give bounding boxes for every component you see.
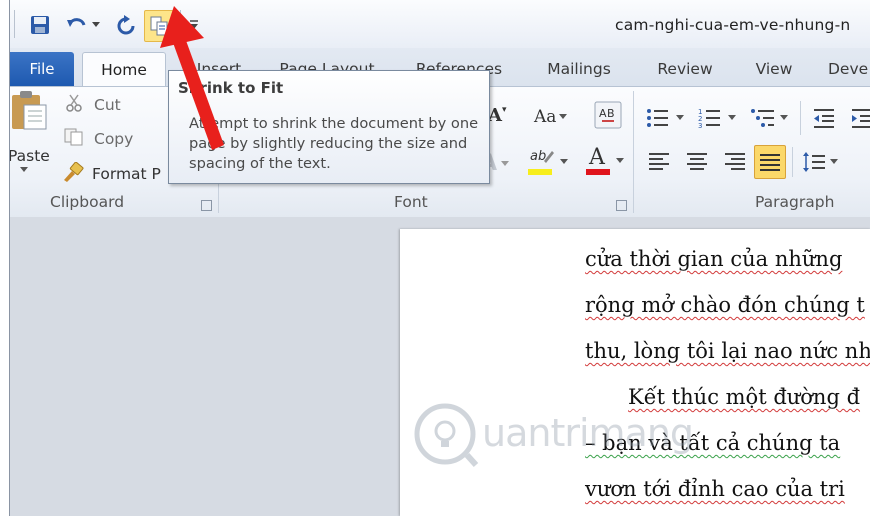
document-line: vươn tới đỉnh cao của tri [585,477,845,501]
tab-view[interactable]: View [748,52,800,86]
document-canvas[interactable]: cửa thời gian của những rộng mở chào đón… [10,217,870,516]
copy-button[interactable]: Copy [64,128,133,150]
tab-home[interactable]: Home [82,52,166,87]
paintbrush-icon [62,161,88,186]
watermark-text: uantrimang [482,411,694,455]
font-color-button[interactable]: A [586,145,624,177]
multilevel-list-button[interactable] [750,107,788,129]
tab-mailings[interactable]: Mailings [538,52,620,86]
shrink-font-icon[interactable]: A ▾ [488,105,507,127]
svg-text:3: 3 [698,122,702,129]
cut-button[interactable]: Cut [66,94,121,116]
undo-icon[interactable] [64,12,90,38]
quick-access-toolbar: cam-nghi-cua-em-ve-nhung-n [10,0,870,48]
document-line: cửa thời gian của những [585,247,843,271]
svg-text:A: A [599,107,607,120]
copy-icon [64,128,88,150]
change-case-label: Aa [534,107,557,127]
tab-review[interactable]: Review [650,52,720,86]
lightbulb-logo-icon [414,403,479,468]
font-color-icon: A [586,145,610,177]
bullets-button[interactable] [646,107,684,129]
align-left-icon[interactable] [648,151,670,171]
highlighter-icon: ab [528,147,554,177]
paste-button[interactable]: Paste [10,147,50,165]
annotation-arrow-icon [160,6,224,150]
scissors-icon [66,94,88,116]
quantrimang-watermark: uantrimang [410,399,694,469]
copy-label: Copy [94,130,134,148]
increase-indent-icon[interactable] [850,107,870,129]
clear-formatting-icon[interactable]: AB [594,101,622,129]
numbering-button[interactable]: 123 [698,107,736,129]
qat-separator [14,10,15,38]
redo-icon[interactable] [114,12,138,38]
change-case-button[interactable]: Aa [534,107,568,127]
tab-developer[interactable]: Deve [828,52,870,86]
word-window: cam-nghi-cua-em-ve-nhung-n File Home Ins… [9,0,870,516]
tab-file[interactable]: File [10,52,74,86]
document-page[interactable]: cửa thời gian của những rộng mở chào đón… [400,229,870,516]
toolbar-separator [800,101,801,135]
highlight-color-button[interactable]: ab [528,147,568,177]
justify-icon[interactable] [754,145,786,179]
clipboard-launcher-icon[interactable] [201,200,212,211]
font-launcher-icon[interactable] [616,200,627,211]
clipboard-group-label: Clipboard [50,193,125,211]
undo-dropdown-icon[interactable] [90,12,102,38]
svg-text:B: B [607,107,615,120]
line-spacing-button[interactable] [802,151,838,173]
align-center-icon[interactable] [686,151,708,171]
paste-dropdown-icon[interactable] [20,167,28,173]
window-title: cam-nghi-cua-em-ve-nhung-n [615,16,851,34]
decrease-indent-icon[interactable] [812,107,836,129]
cut-label: Cut [94,96,121,114]
save-icon[interactable] [28,12,52,38]
document-line: thu, lòng tôi lại nao nức nh [585,339,870,363]
format-painter-label: Format P [92,165,161,183]
document-line: rộng mở chào đón chúng t [585,293,865,317]
align-right-icon[interactable] [724,151,746,171]
toolbar-separator [792,147,793,177]
paste-icon[interactable] [10,91,52,131]
format-painter-button[interactable]: Format P [62,161,161,186]
font-group-label: Font [394,193,428,211]
paragraph-group-label: Paragraph [755,193,835,211]
group-separator [633,91,634,213]
